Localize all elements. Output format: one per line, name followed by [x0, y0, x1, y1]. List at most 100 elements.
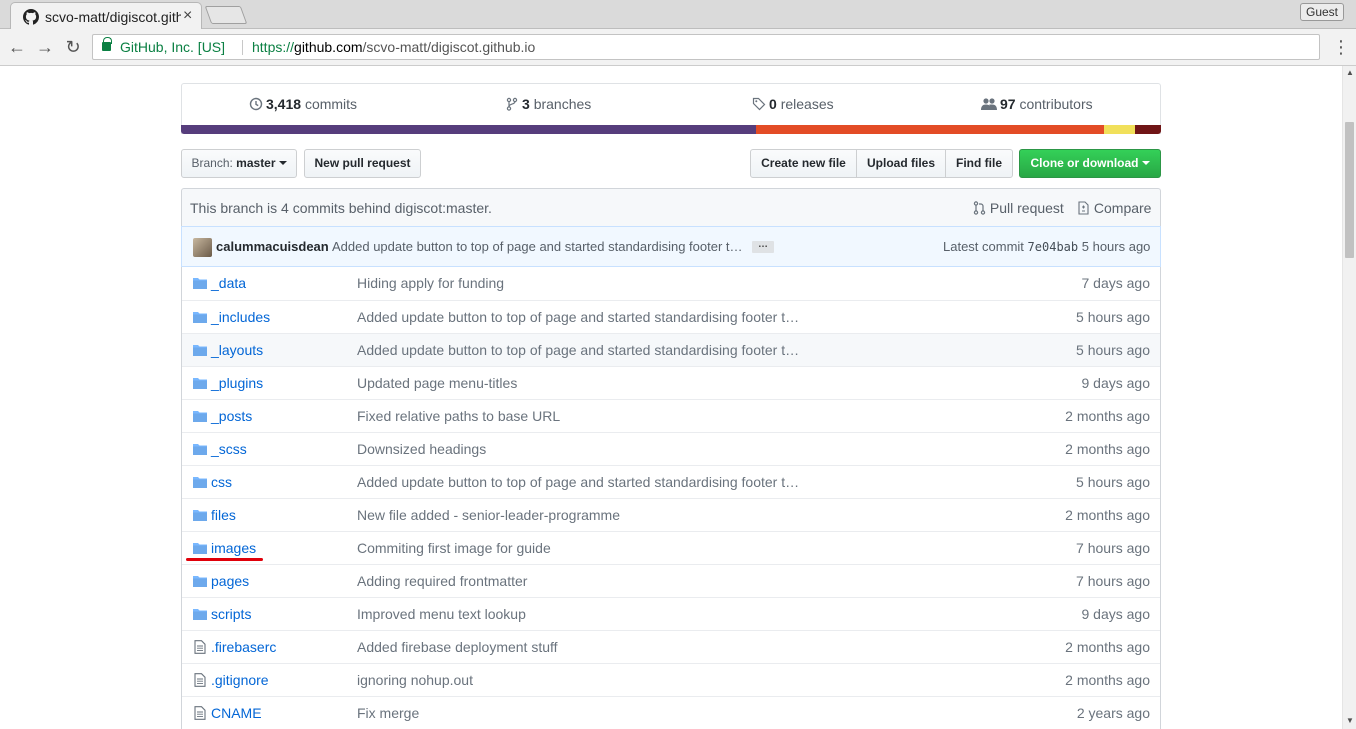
file-row[interactable]: .gitignore ignoring nohup.out 2 months ago	[182, 663, 1160, 696]
scroll-up-arrow-icon[interactable]: ▲	[1346, 68, 1354, 77]
page-viewport: 3,418 commits 3 branches 0 releases 97 c…	[0, 66, 1342, 729]
profile-button[interactable]: Guest	[1300, 3, 1345, 21]
file-commit-message[interactable]: Updated page menu-titles	[357, 375, 807, 391]
language-bar-segment[interactable]	[181, 125, 757, 134]
new-pull-request-button[interactable]: New pull request	[304, 149, 421, 178]
contributors-label: contributors	[1019, 96, 1093, 112]
latest-commit-bar: calummacuisdean Added update button to t…	[181, 226, 1161, 267]
branch-select-button[interactable]: Branch: master	[181, 149, 297, 178]
file-name-link[interactable]: .gitignore	[211, 672, 269, 688]
file-commit-message[interactable]: Added update button to top of page and s…	[357, 342, 807, 358]
folder-icon	[193, 378, 207, 389]
folder-icon	[193, 411, 207, 422]
file-name-link[interactable]: _data	[211, 275, 246, 291]
upload-files-button[interactable]: Upload files	[856, 149, 946, 178]
branches-link[interactable]: 3 branches	[505, 96, 591, 112]
file-name-link[interactable]: scripts	[211, 606, 251, 622]
new-tab-button[interactable]	[204, 6, 248, 24]
file-name-link[interactable]: images	[211, 540, 256, 556]
file-name-link[interactable]: _layouts	[211, 342, 263, 358]
file-row[interactable]: _layouts Added update button to top of pa…	[182, 333, 1160, 366]
folder-icon	[193, 345, 207, 356]
file-commit-message[interactable]: ignoring nohup.out	[357, 672, 807, 688]
page-scrollbar[interactable]: ▲ ▼	[1342, 66, 1356, 729]
file-row[interactable]: scripts Improved menu text lookup 9 days a…	[182, 597, 1160, 630]
file-row[interactable]: _scss Downsized headings 2 months ago	[182, 432, 1160, 465]
browser-toolbar: ← → ↻ GitHub, Inc. [US] https://github.c…	[0, 29, 1356, 66]
ev-certificate-label[interactable]: GitHub, Inc. [US]	[120, 39, 225, 55]
browser-tab-strip: scvo-matt/digiscot.github.io × Guest	[0, 0, 1356, 30]
file-row[interactable]: .firebaserc Added firebase deployment stu…	[182, 630, 1160, 663]
browser-menu-icon[interactable]: ⋮	[1332, 36, 1350, 58]
avatar[interactable]	[193, 238, 212, 257]
forward-arrow-icon[interactable]: →	[34, 36, 56, 58]
file-commit-message[interactable]: Commiting first image for guide	[357, 540, 807, 556]
language-bar-segment[interactable]	[1134, 125, 1161, 134]
browser-tab[interactable]: scvo-matt/digiscot.github.io ×	[10, 2, 202, 30]
file-commit-message[interactable]: Hiding apply for funding	[357, 275, 807, 291]
file-commit-message[interactable]: Fixed relative paths to base URL	[357, 408, 807, 424]
folder-icon	[193, 576, 207, 587]
file-row[interactable]: files New file added - senior-leader-prog…	[182, 498, 1160, 531]
file-row[interactable]: pages Adding required frontmatter 7 hours …	[182, 564, 1160, 597]
url-text[interactable]: https://github.com/scvo-matt/digiscot.gi…	[252, 39, 535, 55]
url-path: /scvo-matt/digiscot.github.io	[362, 39, 536, 55]
compare-link[interactable]: Compare	[1077, 200, 1151, 216]
file-commit-message[interactable]: Adding required frontmatter	[357, 573, 807, 589]
file-row[interactable]: _includes Added update button to top of p…	[182, 300, 1160, 333]
file-name-link[interactable]: _plugins	[211, 375, 263, 391]
file-name-link[interactable]: _posts	[211, 408, 252, 424]
file-name-link[interactable]: files	[211, 507, 236, 523]
file-list: _data Hiding apply for funding 7 days ago _…	[181, 267, 1161, 729]
address-bar[interactable]: GitHub, Inc. [US] https://github.com/scv…	[92, 34, 1320, 60]
language-bar-segment[interactable]	[1104, 125, 1135, 134]
file-name-link[interactable]: CNAME	[211, 705, 262, 721]
commit-message[interactable]: Added update button to top of page and s…	[332, 239, 746, 254]
close-tab-icon[interactable]: ×	[183, 7, 192, 25]
language-bar[interactable]	[181, 125, 1161, 134]
commit-sha[interactable]: 7e04bab	[1028, 240, 1079, 254]
file-commit-message[interactable]: Added update button to top of page and s…	[357, 474, 807, 490]
scroll-down-arrow-icon[interactable]: ▼	[1346, 716, 1354, 725]
file-commit-message[interactable]: Improved menu text lookup	[357, 606, 807, 622]
url-scheme: https://	[252, 39, 295, 55]
file-commit-message[interactable]: Added update button to top of page and s…	[357, 309, 807, 325]
pull-request-link[interactable]: Pull request	[973, 200, 1064, 216]
file-name-link[interactable]: _includes	[211, 309, 270, 325]
releases-label: releases	[780, 96, 834, 112]
file-row[interactable]: CNAME Fix merge 2 years ago	[182, 696, 1160, 729]
commit-author[interactable]: calummacuisdean	[216, 239, 329, 254]
file-name-link[interactable]: css	[211, 474, 232, 490]
file-icon	[194, 640, 206, 654]
pull-request-label: Pull request	[989, 200, 1064, 216]
file-name-link[interactable]: pages	[211, 573, 249, 589]
file-name-link[interactable]: .firebaserc	[211, 639, 276, 655]
back-arrow-icon[interactable]: ←	[6, 36, 28, 58]
file-row[interactable]: _data Hiding apply for funding 7 days ago	[182, 267, 1160, 300]
language-bar-segment[interactable]	[756, 125, 1105, 134]
releases-count: 0	[769, 96, 777, 112]
file-commit-message[interactable]: Added firebase deployment stuff	[357, 639, 807, 655]
compare-label: Compare	[1093, 200, 1152, 216]
file-name-link[interactable]: _scss	[211, 441, 247, 457]
scrollbar-thumb[interactable]	[1345, 122, 1354, 258]
file-row[interactable]: _posts Fixed relative paths to base URL 2 …	[182, 399, 1160, 432]
reload-icon[interactable]: ↻	[62, 36, 84, 58]
contributors-link[interactable]: 97 contributors	[981, 96, 1093, 112]
commits-link[interactable]: 3,418 commits	[249, 96, 357, 112]
branch-icon	[506, 97, 518, 111]
file-icon	[194, 706, 206, 720]
file-commit-message[interactable]: New file added - senior-leader-programme	[357, 507, 807, 523]
create-new-file-button[interactable]: Create new file	[750, 149, 857, 178]
commits-count: 3,418	[266, 96, 302, 112]
file-commit-message[interactable]: Downsized headings	[357, 441, 807, 457]
file-row[interactable]: images Commiting first image for guide 7 h…	[182, 531, 1160, 564]
history-icon	[249, 97, 263, 111]
releases-link[interactable]: 0 releases	[752, 96, 834, 112]
clone-or-download-button[interactable]: Clone or download	[1019, 149, 1161, 178]
expand-commit-message-button[interactable]: …	[752, 240, 774, 253]
find-file-button[interactable]: Find file	[945, 149, 1013, 178]
file-row[interactable]: _plugins Updated page menu-titles 9 days a…	[182, 366, 1160, 399]
file-row[interactable]: css Added update button to top of page an…	[182, 465, 1160, 498]
file-commit-message[interactable]: Fix merge	[357, 705, 807, 721]
